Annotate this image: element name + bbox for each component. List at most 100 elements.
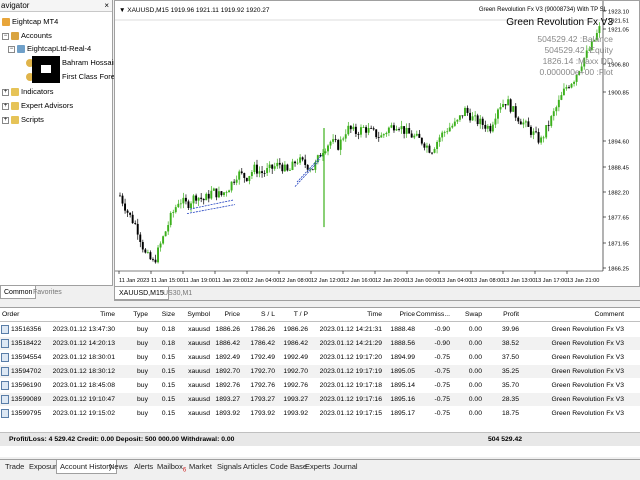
candle-body: [207, 193, 210, 199]
tab-news[interactable]: News: [106, 460, 131, 474]
table-cell: 2023.01.12 18:30:01: [52, 354, 115, 361]
tab-articles[interactable]: Articles: [240, 460, 271, 474]
column-header[interactable]: Time: [100, 308, 115, 322]
expand-icon[interactable]: +: [2, 102, 9, 110]
column-header[interactable]: S / L: [261, 308, 275, 322]
nav-item-accounts[interactable]: − Accounts: [2, 30, 52, 42]
table-cell: -0.75: [434, 410, 451, 417]
tab-market[interactable]: Market: [186, 460, 215, 474]
table-cell: 1892.76: [215, 382, 240, 389]
candle-body: [139, 234, 142, 243]
column-header[interactable]: Size: [162, 308, 175, 322]
candle-body: [266, 167, 269, 174]
column-header[interactable]: Order: [2, 308, 19, 322]
candle-body: [486, 125, 489, 129]
nav-item-expert-advisors[interactable]: + Expert Advisors: [2, 100, 73, 112]
candle-body: [200, 197, 203, 199]
table-row[interactable]: 13594702 2023.01.12 18:30:12 buy 0.15 xauusd…: [0, 365, 640, 378]
ea-stats: 504529.42 :Balance 504529.42 :Equity 182…: [537, 34, 613, 78]
expand-icon[interactable]: +: [2, 116, 9, 124]
candle-body: [405, 127, 408, 134]
table-row[interactable]: 13518422 2023.01.12 14:20:13 buy 0.18 xauusd…: [0, 337, 640, 350]
candle-body: [502, 104, 504, 108]
candle-body: [562, 88, 565, 96]
column-header[interactable]: Swap: [465, 308, 482, 322]
expand-icon[interactable]: +: [2, 88, 9, 96]
table-cell: buy: [137, 396, 148, 403]
collapse-icon[interactable]: −: [8, 45, 15, 53]
table-row[interactable]: 13599089 2023.01.12 19:10:47 buy 0.15 xauusd…: [0, 393, 640, 406]
table-row[interactable]: 13594554 2023.01.12 18:30:01 buy 0.15 xauusd…: [0, 351, 640, 364]
table-cell: 13594702: [11, 368, 42, 375]
column-header[interactable]: Symbol: [187, 308, 210, 322]
table-cell: buy: [137, 326, 148, 333]
tab-us30[interactable]: US30,M1: [159, 287, 196, 300]
candle-body: [385, 132, 388, 135]
ea-label: Green Revolution Fx V3 (90008734) With T…: [478, 7, 607, 13]
table-cell: xauusd: [188, 354, 210, 361]
column-header[interactable]: T / P: [294, 308, 308, 322]
candle-body: [301, 157, 304, 160]
tab-favorites[interactable]: Favorites: [30, 286, 65, 299]
close-icon[interactable]: ×: [104, 0, 109, 12]
table-cell: Green Revolution Fx V3: [551, 340, 624, 347]
nav-item-scripts[interactable]: + Scripts: [2, 114, 44, 126]
column-header[interactable]: Profit: [503, 308, 519, 322]
terminal-icon: [2, 18, 10, 27]
candle-body: [250, 172, 253, 177]
column-header[interactable]: Time: [367, 308, 382, 322]
chart-window[interactable]: 1923.10 1921.51 1921.05 1906.80 1900.85 1894.…: [114, 0, 640, 287]
chart-tabs: XAUUSD,M15 US30,M1: [114, 287, 640, 301]
candle-body: [403, 126, 406, 134]
table-row[interactable]: 13516356 2023.01.12 13:47:30 buy 0.18 xauusd…: [0, 323, 640, 336]
order-icon: [1, 339, 9, 348]
column-header[interactable]: Price: [400, 308, 416, 322]
candle-body: [568, 87, 570, 88]
tab-journal[interactable]: Journal: [330, 460, 361, 474]
collapse-icon[interactable]: −: [2, 32, 9, 40]
table-cell: 35.25: [501, 368, 519, 375]
tab-alerts[interactable]: Alerts: [131, 460, 156, 474]
nav-item-terminal[interactable]: Eightcap MT4: [2, 16, 58, 28]
navigator-title: avigator: [1, 1, 30, 10]
candle-body: [529, 126, 532, 135]
time-label: 11 Jan 23:00: [215, 278, 247, 284]
table-row[interactable]: 13599795 2023.01.12 19:15:02 buy 0.15 xauusd…: [0, 407, 640, 420]
column-header[interactable]: Commiss...: [416, 308, 450, 322]
candle-body: [512, 106, 515, 112]
candle-body: [484, 124, 487, 129]
candle-body: [233, 181, 236, 183]
column-header[interactable]: Comment: [595, 308, 624, 322]
nav-item-indicators[interactable]: + Indicators: [2, 86, 54, 98]
candle-body: [238, 171, 241, 180]
tab-mailbox[interactable]: Mailbox6: [154, 460, 189, 474]
candle-body: [499, 107, 502, 110]
candle-body: [154, 259, 157, 263]
candle-body: [507, 99, 510, 106]
candle-body: [532, 131, 535, 135]
table-cell: 1895.05: [390, 368, 415, 375]
column-header[interactable]: Price: [225, 308, 241, 322]
tab-experts[interactable]: Experts: [302, 460, 333, 474]
table-cell: 0.15: [161, 382, 175, 389]
candle-body: [428, 145, 431, 153]
table-row[interactable]: 13596190 2023.01.12 18:45:08 buy 0.15 xauusd…: [0, 379, 640, 392]
candle-body: [187, 201, 190, 209]
candle-body: [225, 192, 228, 194]
table-cell: 38.52: [501, 340, 519, 347]
table-cell: 0.15: [161, 368, 175, 375]
table-cell: 1886.42: [215, 340, 240, 347]
candle-body: [268, 164, 271, 168]
table-cell: Green Revolution Fx V3: [551, 382, 624, 389]
order-icon: [1, 325, 9, 334]
stat-flot: 0.000000e+00 :Flot: [539, 67, 613, 77]
candle-body: [479, 118, 482, 125]
table-cell: 1893.27: [215, 396, 240, 403]
candle-body: [370, 128, 373, 129]
column-header[interactable]: Type: [133, 308, 148, 322]
table-cell: 1792.76: [250, 382, 275, 389]
tab-trade[interactable]: Trade: [2, 460, 27, 474]
candle-body: [255, 164, 258, 174]
nav-item-server[interactable]: − EightcapLtd-Real-4: [8, 43, 91, 55]
candle-body: [190, 203, 192, 209]
